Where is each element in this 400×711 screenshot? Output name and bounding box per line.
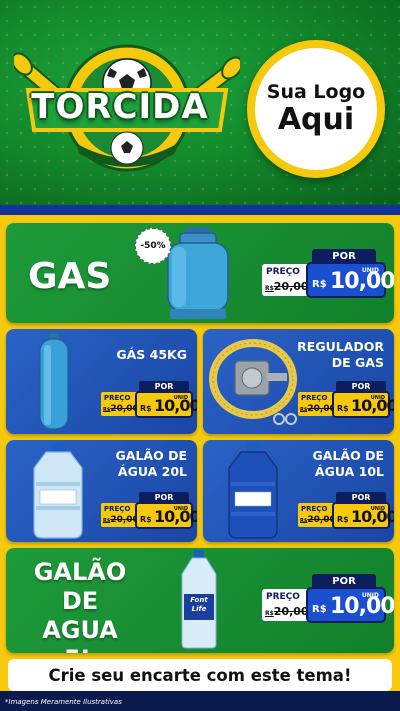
price-preco-label: PREÇO (104, 505, 131, 513)
price-new-value: 10,00 (351, 396, 394, 415)
price-tag-galao-10l: POR PREÇO R$20,00 UNID R$ 10,00 (298, 492, 394, 532)
price-new-box: UNID R$ 10,00 (135, 502, 197, 529)
product-title-galao-20l-line1: GALÃO DE (115, 448, 187, 463)
price-new-value: 10,00 (154, 507, 197, 526)
price-tag-galao-20l: POR PREÇO R$20,00 UNID R$ 10,00 (101, 492, 197, 532)
price-preco-label: PREÇO (301, 394, 328, 402)
price-preco-label: PREÇO (266, 267, 300, 277)
price-new-value: 10,00 (330, 269, 394, 294)
price-tag-galao-5l: POR PREÇO R$20,00 UNID R$ 10,00 (262, 574, 394, 629)
product-title-galao-5l-line2: DE AGUA (42, 587, 118, 644)
price-currency: R$ (140, 404, 152, 413)
water-jug-20l-image (33, 442, 83, 539)
price-preco-label: PREÇO (104, 394, 131, 402)
logo-text-line2: Aqui (277, 102, 355, 137)
price-old-value: R$20,00 (300, 404, 336, 414)
price-old-value: R$20,00 (300, 515, 336, 525)
product-title-regulador-line2: DE GAS (331, 355, 384, 370)
logo-text-line1: Sua Logo (266, 81, 366, 103)
price-currency: R$ (312, 279, 327, 290)
product-title-galao-5l-line1: GALÃO (33, 558, 127, 586)
price-old-value: R$20,00 (265, 280, 309, 293)
price-tag-regulador: POR PREÇO R$20,00 UNID R$ 10,00 (298, 381, 394, 421)
price-old-box: PREÇO R$20,00 (262, 264, 310, 296)
price-currency: R$ (337, 515, 349, 524)
price-new-box: UNID R$ 10,00 (306, 262, 394, 298)
logo-placeholder: Sua Logo Aqui (247, 40, 385, 178)
price-new-box: UNID R$ 10,00 (332, 391, 394, 418)
product-title-galao-10l: GALÃO DE ÁGUA 10L (313, 448, 384, 480)
price-old-value: R$20,00 (103, 515, 139, 525)
product-card-regulador: REGULADOR DE GAS POR PREÇO R$20,00 UNID … (203, 329, 394, 434)
product-title-galao-5l-line3: 5L (20, 645, 140, 653)
price-new-box: UNID R$ 10,00 (306, 587, 394, 623)
price-new-value: 10,00 (351, 507, 394, 526)
discount-badge: -50% (135, 228, 171, 264)
price-old-box: PREÇO R$20,00 (101, 392, 139, 416)
price-tag-gas: POR PREÇO R$20,00 UNID R$ 10,00 (262, 249, 394, 304)
product-card-galao-5l: GALÃO DE AGUA 5L Font Life POR PREÇO R$2… (6, 548, 394, 653)
product-title-galao-10l-line2: ÁGUA 10L (314, 464, 384, 479)
bottle-brand-label: Font Life (190, 596, 208, 613)
header-banner: TORCIDA Sua Logo Aqui (0, 0, 400, 205)
product-title-galao-20l-line2: ÁGUA 20L (117, 464, 187, 479)
price-old-box: PREÇO R$20,00 (298, 392, 336, 416)
product-card-galao-10l: GALÃO DE ÁGUA 10L POR PREÇO R$20,00 UNID… (203, 440, 394, 542)
water-jug-10l-image (228, 442, 278, 539)
price-new-box: UNID R$ 10,00 (332, 502, 394, 529)
price-old-box: PREÇO R$20,00 (262, 589, 310, 621)
footer-disclaimer: *Imagens Meramente Ilustrativas (5, 698, 122, 706)
price-preco-label: PREÇO (301, 505, 328, 513)
divider-blue-stripe (0, 205, 400, 215)
price-tag-gas-45kg: POR PREÇO R$20,00 UNID R$ 10,00 (101, 381, 197, 421)
price-old-value: R$20,00 (103, 404, 139, 414)
torcida-emblem-text: TORCIDA (31, 87, 209, 127)
product-title-gas: GAS (28, 256, 112, 297)
product-title-galao-10l-line1: GALÃO DE (312, 448, 384, 463)
product-card-galao-20l: GALÃO DE ÁGUA 20L POR PREÇO R$20,00 UNID… (6, 440, 197, 542)
product-title-regulador-line1: REGULADOR (297, 339, 384, 354)
cta-banner[interactable]: Crie seu encarte com este tema! (8, 659, 392, 691)
product-title-galao-5l: GALÃO DE AGUA 5L (20, 558, 140, 653)
price-old-box: PREÇO R$20,00 (298, 503, 336, 527)
price-new-value: 10,00 (330, 594, 394, 619)
price-currency: R$ (140, 515, 152, 524)
gas-45kg-cylinder-image (39, 333, 69, 430)
price-old-box: PREÇO R$20,00 (101, 503, 139, 527)
product-title-galao-20l: GALÃO DE ÁGUA 20L (116, 448, 187, 480)
product-title-gas-45kg: GÁS 45KG (116, 347, 187, 362)
price-new-value: 10,00 (154, 396, 197, 415)
gas-regulator-image (209, 339, 297, 425)
footer-bar: *Imagens Meramente Ilustrativas (0, 695, 400, 711)
product-title-regulador: REGULADOR DE GAS (297, 339, 384, 371)
price-currency: R$ (312, 604, 327, 615)
price-preco-label: PREÇO (266, 592, 300, 602)
price-currency: R$ (337, 404, 349, 413)
product-card-gas-45kg: GÁS 45KG POR PREÇO R$20,00 UNID R$ 10,00 (6, 329, 197, 434)
product-card-gas: GAS POR PREÇO R$20,00 UNID R$ 10,00 (6, 223, 394, 323)
price-old-value: R$20,00 (265, 605, 309, 618)
gas-cylinder-image (167, 227, 229, 319)
price-new-box: UNID R$ 10,00 (135, 391, 197, 418)
